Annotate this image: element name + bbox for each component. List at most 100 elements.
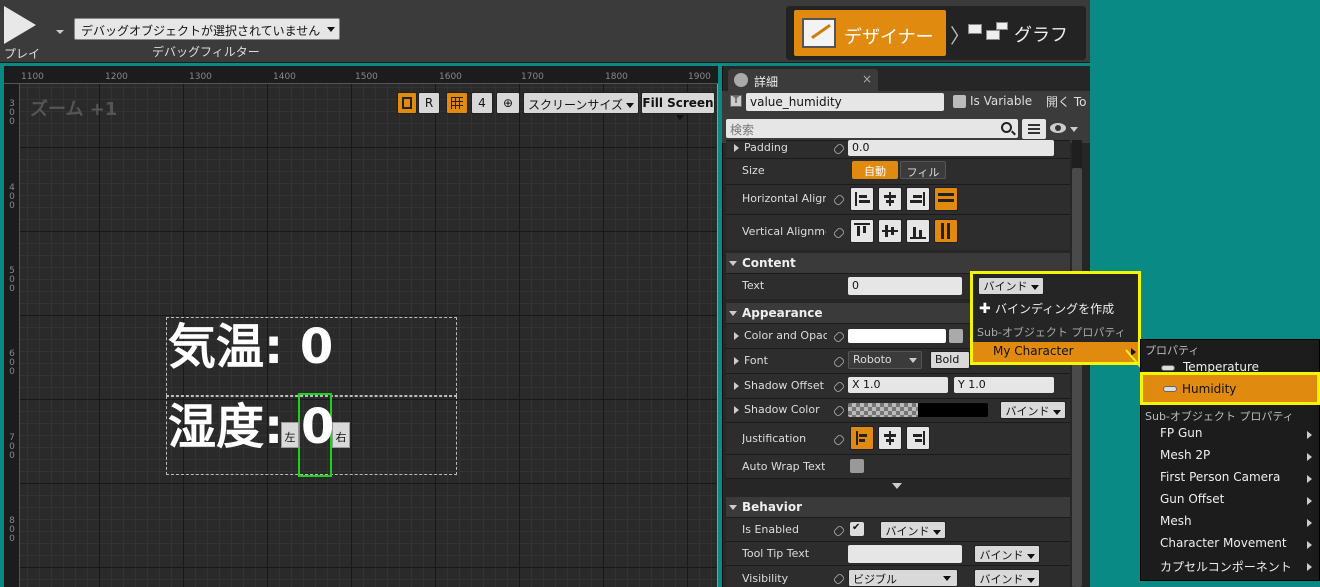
valign-fill-button[interactable]	[934, 219, 958, 243]
visibility-dropdown[interactable]: ビジブル	[848, 569, 958, 587]
humidity-item[interactable]: Humidity	[1140, 372, 1320, 405]
ruler-horizontal: 1100 1200 1300 1400 1500 1600 1700 1800 …	[4, 66, 718, 84]
halign-fill-left-button[interactable]	[850, 187, 874, 211]
shadow-offset-x-field[interactable]: X 1.0	[848, 377, 948, 393]
fill-screen-dropdown[interactable]: Fill Screen	[641, 92, 715, 120]
visibility-bind-button[interactable]: バインド	[974, 569, 1040, 587]
size-row	[726, 158, 1070, 184]
is-variable-label: Is Variable	[970, 94, 1033, 108]
shadow-color-bind-button[interactable]: バインド	[1000, 401, 1066, 419]
content-section-header[interactable]: Content	[726, 253, 1070, 273]
valign-center-button[interactable]	[878, 219, 902, 243]
valign-bottom-button[interactable]	[906, 219, 930, 243]
text-field[interactable]: 0	[848, 277, 962, 295]
shadow-offset-y-field[interactable]: Y 1.0	[954, 377, 1054, 393]
anchor-left-handle[interactable]: 左	[281, 422, 299, 448]
tooltip-bind-button[interactable]: バインド	[974, 545, 1040, 563]
size-auto-button[interactable]: 自動	[852, 161, 898, 179]
halign-right-button[interactable]	[906, 187, 930, 211]
behavior-section-header[interactable]: Behavior	[726, 497, 1070, 517]
eye-icon[interactable]	[1050, 123, 1066, 133]
float-variable-icon	[1161, 365, 1175, 371]
component-item[interactable]: First Person Camera	[1141, 467, 1320, 489]
layout-mode-button[interactable]	[397, 92, 417, 114]
is-variable-checkbox[interactable]	[953, 95, 966, 108]
padding-label: Padding	[731, 141, 788, 154]
valign-top-button[interactable]	[850, 219, 874, 243]
transform-button[interactable]: ⊕	[496, 92, 520, 114]
justification-label: Justification	[742, 432, 807, 445]
screen-size-label: スクリーンサイズ	[527, 98, 624, 112]
justify-left-button[interactable]	[850, 426, 874, 450]
humidity-value-text[interactable]: 0	[301, 402, 334, 452]
play-button[interactable]: プレイ	[0, 0, 72, 63]
debug-object-select[interactable]: デバッグオブジェクトが選択されていません	[74, 18, 340, 40]
my-character-item[interactable]: My Character	[973, 342, 1138, 362]
graph-mode-button[interactable]: グラフ	[1014, 21, 1068, 47]
toolbar: プレイ デバッグオブジェクトが選択されていません デバッグフィルター デザイナー…	[0, 0, 1090, 63]
component-item[interactable]: Mesh 2P	[1141, 445, 1320, 467]
float-variable-icon	[1163, 386, 1177, 392]
scrollbar-thumb[interactable]	[1072, 168, 1082, 587]
justify-right-button[interactable]	[906, 426, 930, 450]
chevron-right-icon	[1307, 431, 1312, 439]
text-widget-icon: T	[730, 95, 742, 107]
transform-icon: ⊕	[502, 96, 514, 110]
font-style-dropdown[interactable]: Bold	[930, 351, 970, 369]
anchor-right-handle[interactable]: 右	[332, 422, 350, 448]
mode-switcher: デザイナー 〉 グラフ	[786, 6, 1086, 60]
ruler-tick: 1500	[355, 72, 378, 82]
auto-wrap-checkbox[interactable]	[850, 459, 864, 473]
grid-snap-button[interactable]	[446, 92, 468, 114]
justify-center-button[interactable]	[878, 426, 902, 450]
size-fill-button[interactable]: フィル	[900, 161, 946, 179]
text-bind-button[interactable]: バインド	[978, 277, 1044, 295]
debug-filter-label: デバッグフィルター	[152, 45, 260, 59]
create-binding-item[interactable]: ✚ バインディングを作成	[973, 297, 1138, 319]
color-picker-button[interactable]	[949, 329, 963, 343]
grid-size-value: 4	[478, 96, 486, 110]
expand-advanced-icon[interactable]	[892, 483, 902, 489]
ruler-tick: 1900	[688, 72, 711, 82]
font-label: Font	[731, 354, 768, 367]
color-swatch[interactable]	[848, 329, 946, 343]
horizontal-alignment-label: Horizontal Alignment	[742, 192, 826, 205]
font-family-dropdown[interactable]: Roboto	[848, 351, 922, 369]
open-class-link[interactable]: 開く To	[1046, 93, 1086, 110]
is-enabled-bind-button[interactable]: バインド	[880, 521, 946, 539]
property-matrix-button[interactable]	[1022, 119, 1046, 139]
ruler-tick: 1700	[521, 72, 544, 82]
close-icon[interactable]: ×	[862, 72, 872, 86]
chevron-right-icon	[1307, 453, 1312, 461]
padding-field[interactable]: 0.0	[848, 140, 1054, 156]
humidity-label-text[interactable]: 湿度:	[168, 402, 283, 452]
component-item[interactable]: FP Gun	[1141, 423, 1320, 445]
ruler-tick: 1100	[21, 72, 44, 82]
graph-icon[interactable]	[968, 22, 1010, 44]
play-options-chevron-icon[interactable]	[56, 30, 64, 34]
component-item[interactable]: カプセルコンポーネント	[1141, 555, 1320, 577]
is-enabled-checkbox[interactable]: ✔	[850, 522, 864, 536]
ruler-tick: 1600	[439, 72, 462, 82]
component-item[interactable]: Gun Offset	[1141, 489, 1320, 511]
tab-details[interactable]: 詳細 ×	[728, 69, 878, 91]
halign-fill-button[interactable]	[934, 187, 958, 211]
component-item[interactable]: Character Movement	[1141, 533, 1320, 555]
ruler-tick: 1300	[189, 72, 212, 82]
respect-locks-button[interactable]: R	[418, 92, 440, 114]
shadow-color-label: Shadow Color	[731, 403, 820, 416]
temperature-text[interactable]: 気温: 0	[168, 322, 333, 372]
designer-mode-button[interactable]: デザイナー	[794, 10, 946, 56]
debug-object-value: デバッグオブジェクトが選択されていません	[81, 24, 321, 38]
search-icon	[1001, 122, 1012, 133]
screen-size-dropdown[interactable]: スクリーンサイズ	[523, 92, 639, 114]
widget-name-field[interactable]: value_humidity	[746, 93, 944, 111]
details-search-input[interactable]: 検索	[726, 119, 1018, 138]
component-item[interactable]: Mesh	[1141, 511, 1320, 533]
halign-center-button[interactable]	[878, 187, 902, 211]
shadow-color-swatch[interactable]	[848, 403, 988, 417]
grid-size-button[interactable]: 4	[471, 92, 493, 114]
chevron-down-icon[interactable]	[1070, 127, 1078, 132]
tooltip-field[interactable]	[848, 545, 962, 563]
is-enabled-label: Is Enabled	[742, 523, 799, 536]
